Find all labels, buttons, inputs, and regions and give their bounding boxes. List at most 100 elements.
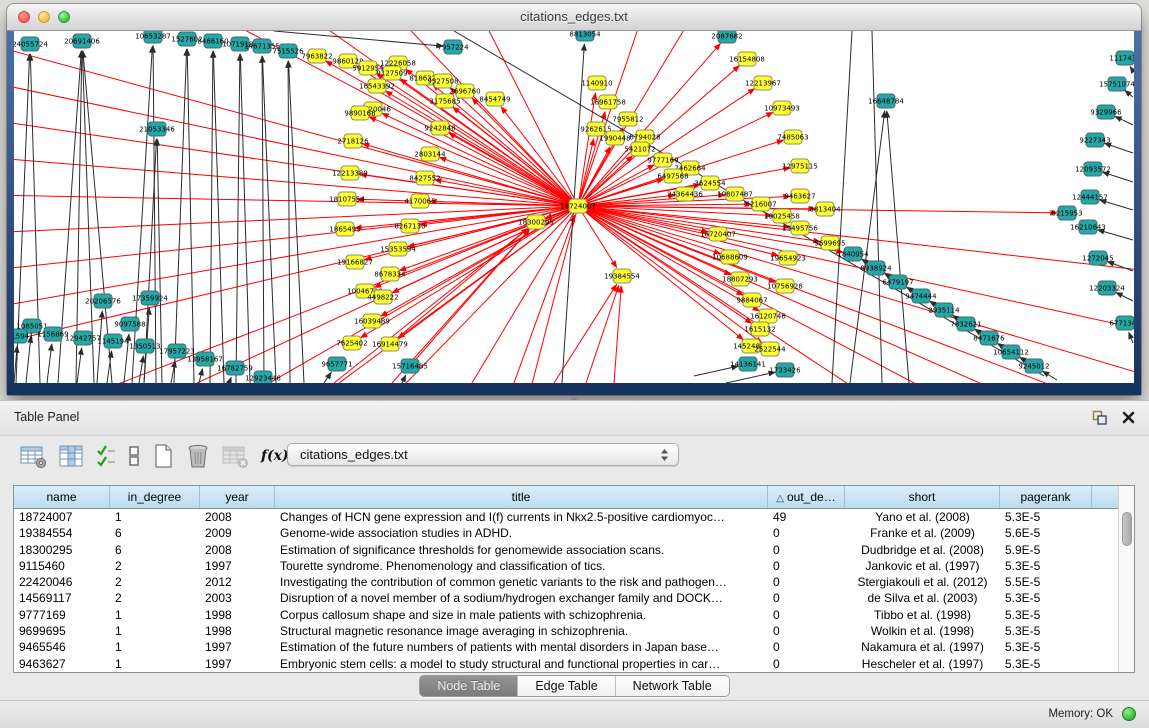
select-all-icon[interactable]: [96, 444, 116, 468]
column-header-title[interactable]: title: [275, 486, 768, 508]
column-header-pagerank[interactable]: pagerank: [1000, 486, 1092, 508]
table-row[interactable]: 2242004622012Investigating the contribut…: [14, 574, 1119, 590]
scrollbar-thumb[interactable]: [1122, 512, 1132, 546]
graph-edge[interactable]: [213, 51, 224, 383]
graph-edge[interactable]: [501, 107, 578, 206]
graph-edge[interactable]: [872, 31, 882, 383]
graph-node-label: 9890168: [344, 110, 375, 118]
graph-edge[interactable]: [578, 206, 743, 295]
graph-edge[interactable]: [1130, 67, 1133, 71]
table-row[interactable]: 946362711997Embryonic stem cells: a mode…: [14, 656, 1119, 672]
show-columns-icon[interactable]: [59, 444, 84, 469]
graph-node-label: 1156869: [37, 331, 68, 339]
column-header-in-degree[interactable]: in_degree: [110, 486, 200, 508]
graph-edge[interactable]: [132, 46, 152, 383]
function-builder-icon[interactable]: f(x): [261, 448, 289, 464]
float-panel-icon[interactable]: [1092, 410, 1107, 430]
graph-edge[interactable]: [578, 139, 594, 206]
graph-node-label: 1272045: [1082, 255, 1113, 263]
graph-edge[interactable]: [236, 54, 240, 383]
memory-status-icon[interactable]: [1122, 707, 1136, 721]
table-row[interactable]: 1830029562008Estimation of significance …: [14, 542, 1119, 558]
table-row[interactable]: 946554611997Estimation of the future num…: [14, 639, 1119, 655]
minimize-window-button[interactable]: [38, 11, 50, 23]
tab-node-table[interactable]: Node Table: [420, 676, 517, 696]
network-canvas[interactable]: 2405572420691406106532871527602846616010…: [14, 31, 1134, 383]
zoom-window-button[interactable]: [58, 11, 70, 23]
close-window-button[interactable]: [18, 11, 30, 23]
graph-edge[interactable]: [153, 46, 156, 383]
row-height-icon[interactable]: [128, 444, 140, 468]
graph-edge[interactable]: [288, 61, 290, 383]
graph-edge[interactable]: [449, 133, 578, 206]
graph-edge[interactable]: [240, 54, 250, 383]
graph-edge[interactable]: [1125, 90, 1133, 97]
window-titlebar[interactable]: citations_edges.txt: [7, 4, 1141, 31]
column-header-short[interactable]: short: [845, 486, 1000, 508]
graph-edge[interactable]: [402, 375, 406, 383]
graph-edge[interactable]: [14, 195, 578, 206]
graph-edge[interactable]: [578, 206, 731, 275]
tab-edge-table[interactable]: Edge Table: [517, 676, 614, 696]
network-graph[interactable]: 2405572420691406106532871527602846616010…: [14, 31, 1134, 383]
graph-node-label: 1350513: [129, 343, 160, 351]
table-row[interactable]: 1872400712008Changes of HCN gene express…: [14, 509, 1119, 525]
table-cell: 6: [110, 542, 200, 558]
graph-edge[interactable]: [14, 119, 578, 206]
graph-edge[interactable]: [1103, 172, 1133, 182]
graph-edge[interactable]: [887, 111, 909, 383]
graph-edge[interactable]: [453, 107, 578, 206]
column-header-out-degree[interactable]: △out_de…: [768, 486, 845, 508]
column-header-name[interactable]: name: [14, 486, 110, 508]
graph-edge[interactable]: [614, 286, 621, 383]
graph-edge[interactable]: [26, 336, 31, 383]
graph-edge[interactable]: [726, 372, 775, 383]
graph-edge[interactable]: [210, 51, 213, 383]
tab-network-table[interactable]: Network Table: [615, 676, 729, 696]
table-row[interactable]: 1456911722003Disruption of a novel membe…: [14, 590, 1119, 606]
graph-edge[interactable]: [1116, 292, 1133, 301]
table-cell: 2008: [200, 509, 275, 525]
graph-edge[interactable]: [47, 344, 52, 383]
graph-edge[interactable]: [229, 377, 231, 383]
table-row[interactable]: 977716911998Corpus callosum shape and si…: [14, 607, 1119, 623]
graph-node-label: 16039489: [354, 318, 390, 326]
graph-node-label: 6771342: [1109, 320, 1134, 328]
graph-edge[interactable]: [262, 56, 264, 383]
graph-edge[interactable]: [369, 117, 578, 206]
table-cell: 5.3E-5: [1000, 590, 1092, 606]
graph-edge[interactable]: [1104, 143, 1133, 153]
table-row[interactable]: 1938455462009Genome-wide association stu…: [14, 525, 1119, 541]
graph-edge[interactable]: [97, 311, 102, 383]
table-selector-value: citations_edges.txt: [300, 444, 408, 466]
table-cell: Nakamura et al. (1997): [845, 639, 1000, 655]
graph-edge[interactable]: [1043, 371, 1057, 380]
table-mode-icon[interactable]: [20, 444, 47, 469]
graph-edge[interactable]: [174, 49, 187, 383]
table-selector[interactable]: citations_edges.txt: [287, 443, 679, 466]
graph-node-label: 2718126: [337, 138, 369, 146]
table-row[interactable]: 969969511998Structural magnetic resonanc…: [14, 623, 1119, 639]
table-cell: 5.3E-5: [1000, 639, 1092, 655]
graph-edge[interactable]: [288, 61, 304, 383]
table-cell: 1998: [200, 607, 275, 623]
table-panel-title: Table Panel: [14, 410, 79, 424]
delete-columns-icon[interactable]: [186, 443, 210, 469]
graph-edge[interactable]: [410, 230, 529, 366]
graph-edge[interactable]: [578, 206, 1134, 376]
graph-edge[interactable]: [139, 356, 143, 383]
close-panel-icon[interactable]: [1122, 411, 1135, 429]
table-scrollbar[interactable]: [1118, 486, 1134, 672]
graph-edge[interactable]: [1129, 332, 1133, 343]
graph-edge[interactable]: [1115, 116, 1133, 125]
network-frame: 2405572420691406106532871527602846616010…: [7, 31, 1141, 395]
graph-edge[interactable]: [77, 348, 82, 383]
graph-edge[interactable]: [324, 372, 331, 383]
table-row[interactable]: 911546021997Tourette syndrome. Phenomeno…: [14, 558, 1119, 574]
graph-node-label: 10653287: [135, 33, 171, 41]
graph-edge[interactable]: [586, 285, 619, 383]
create-column-icon[interactable]: [152, 443, 174, 469]
column-header-year[interactable]: year: [200, 486, 275, 508]
graph-node-label: 17359924: [132, 295, 168, 303]
graph-edge[interactable]: [187, 49, 194, 383]
